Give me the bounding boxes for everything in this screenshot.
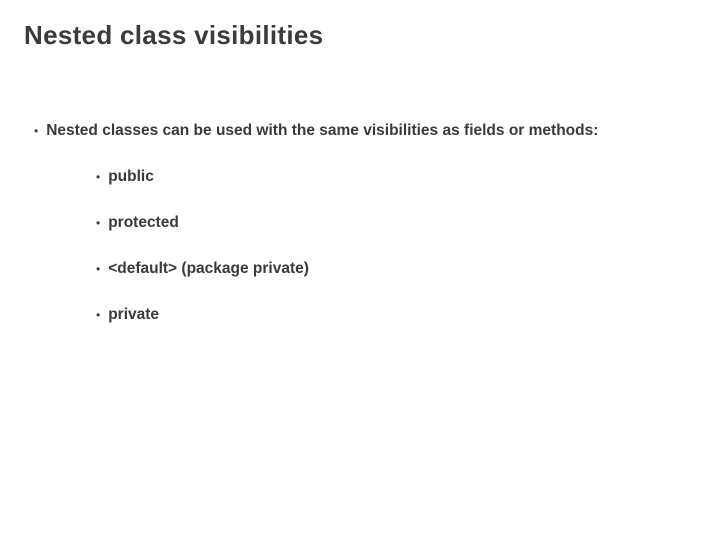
bullet-sub-0: • public	[24, 167, 696, 187]
bullet-sub-text: <default> (package private)	[108, 259, 309, 279]
bullet-main-text: Nested classes can be used with the same…	[46, 121, 598, 141]
bullet-sub-text: public	[108, 167, 154, 187]
bullet-dot-icon: •	[96, 167, 100, 187]
bullet-dot-icon: •	[96, 305, 100, 325]
bullet-main: • Nested classes can be used with the sa…	[24, 121, 696, 141]
bullet-sub-1: • protected	[24, 213, 696, 233]
bullet-dot-icon: •	[96, 259, 100, 279]
bullet-dot-icon: •	[96, 213, 100, 233]
slide: Nested class visibilities • Nested class…	[0, 0, 720, 540]
bullet-sub-text: private	[108, 305, 159, 325]
bullet-sub-text: protected	[108, 213, 179, 233]
bullet-dot-icon: •	[34, 121, 38, 141]
slide-title: Nested class visibilities	[24, 20, 696, 51]
bullet-sub-2: • <default> (package private)	[24, 259, 696, 279]
bullet-sub-3: • private	[24, 305, 696, 325]
